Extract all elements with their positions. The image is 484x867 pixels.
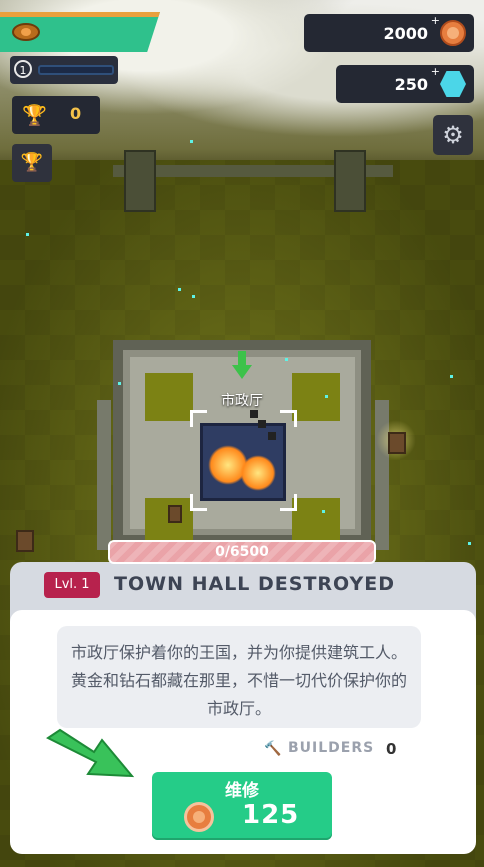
selection-arrow-icon [232, 351, 252, 379]
building-label: 市政厅 [221, 393, 263, 409]
selection-corner [280, 494, 297, 511]
selection-corner [190, 494, 207, 511]
player-banner[interactable] [0, 12, 160, 52]
tutorial-arrow-icon [46, 728, 135, 778]
fire-effect [240, 455, 276, 491]
crate-prop [16, 530, 34, 552]
sparkle [190, 140, 193, 143]
stone-pillar-left [124, 150, 156, 212]
health-progress-bar: 0/6500 [108, 540, 376, 564]
trophy-counter[interactable]: 🏆 0 [12, 96, 100, 134]
player-level: 1 [14, 60, 32, 78]
grass-patch [292, 373, 340, 421]
add-gem-plus: + [430, 65, 440, 78]
grass-patch [145, 373, 193, 421]
xp-progress: 1 [10, 56, 118, 84]
sparkle [325, 395, 328, 398]
gold-value: 2000 [383, 24, 428, 43]
villager-sprite [168, 505, 182, 523]
sparkle [192, 295, 195, 298]
add-gold-plus: + [430, 14, 440, 27]
sparkle [285, 358, 288, 361]
repair-button[interactable]: 维修 125 [152, 772, 332, 840]
gem-counter[interactable]: 250 + [336, 65, 474, 103]
gold-counter[interactable]: 2000 + [304, 14, 474, 52]
trophy-icon: 🏆 [20, 152, 44, 173]
trophy-icon: 🏆 [22, 103, 47, 127]
settings-button[interactable]: ⚙ [433, 115, 473, 155]
repair-label: 维修 [225, 781, 259, 801]
stone-pillar-right [334, 150, 366, 212]
repair-cost: 125 [242, 800, 300, 830]
sparkle [322, 510, 325, 513]
gem-icon [440, 71, 466, 97]
sparkle [118, 382, 121, 385]
banner-coin-icon [12, 23, 40, 41]
sparkle [468, 542, 471, 545]
selection-corner [190, 410, 207, 427]
grass-patch [292, 498, 340, 546]
trophy-count: 0 [70, 104, 82, 123]
league-button[interactable]: 🏆 [12, 144, 52, 182]
gem-value: 250 [394, 75, 428, 94]
gear-icon: ⚙ [442, 121, 464, 149]
smoke-particle [258, 420, 266, 428]
smoke-particle [268, 432, 276, 440]
building-description: 市政厅保护着你的王国，并为你提供建筑工人。 黄金和钻石都藏在那里，不惜一切代价保… [57, 626, 421, 728]
level-badge: Lvl. 1 [44, 572, 100, 598]
selection-corner [280, 410, 297, 427]
coin-icon [440, 20, 466, 46]
builders-count: 0 [386, 740, 397, 758]
xp-bar [38, 65, 114, 75]
coin-icon [184, 802, 214, 832]
sparkle [26, 233, 29, 236]
health-progress-text: 0/6500 [215, 544, 269, 560]
hammer-icon: 🔨 [264, 741, 282, 757]
smoke-particle [250, 410, 258, 418]
builders-label: BUILDERS [288, 740, 375, 756]
panel-title: TOWN HALL DESTROYED [114, 573, 396, 595]
sparkle [178, 288, 181, 291]
sparkle [450, 375, 453, 378]
crate-prop [388, 432, 406, 454]
